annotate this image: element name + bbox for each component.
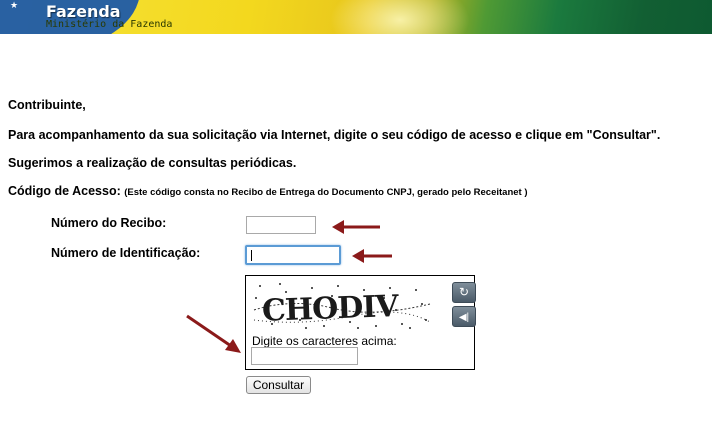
audio-captcha-button[interactable]: ◀|: [452, 306, 476, 327]
text-caret: [251, 250, 252, 261]
access-code-label: Código de Acesso:: [8, 184, 121, 198]
captcha-input[interactable]: [251, 347, 358, 365]
arrow-receipt-icon: [332, 220, 380, 234]
access-code-heading: Código de Acesso: (Este código consta no…: [8, 184, 528, 198]
instruction-text: Para acompanhamento da sua solicitação v…: [8, 128, 661, 142]
banner-glow: [330, 0, 470, 34]
captcha-noise: CHODIV: [253, 283, 431, 329]
arrow-captcha-icon: [186, 314, 241, 353]
captcha-prompt: Digite os caracteres acima:: [252, 334, 397, 348]
refresh-icon: ↻: [458, 285, 470, 299]
header-subtitle: Ministério da Fazenda: [46, 19, 173, 30]
access-code-note: (Este código consta no Recibo de Entrega…: [124, 187, 528, 198]
identification-number-input[interactable]: [245, 245, 341, 265]
suggestion-text: Sugerimos a realização de consultas peri…: [8, 156, 297, 170]
arrow-identification-icon: [352, 249, 392, 263]
captcha-box: CHODIV ↻ ◀| Digite os caracteres acima:: [245, 275, 476, 370]
identification-number-label: Número de Identificação:: [51, 246, 201, 260]
header-banner: ★ Fazenda Ministério da Fazenda: [0, 0, 712, 34]
speaker-icon: ◀|: [458, 312, 470, 323]
refresh-captcha-button[interactable]: ↻: [452, 282, 476, 303]
captcha-text: CHODIV: [261, 289, 400, 329]
captcha-image: CHODIV: [252, 280, 432, 332]
greeting-text: Contribuinte,: [8, 98, 86, 112]
star-icon: ★: [10, 0, 19, 10]
receipt-number-label: Número do Recibo:: [51, 216, 167, 230]
receipt-number-input[interactable]: [246, 216, 316, 234]
consult-button[interactable]: Consultar: [246, 376, 311, 394]
